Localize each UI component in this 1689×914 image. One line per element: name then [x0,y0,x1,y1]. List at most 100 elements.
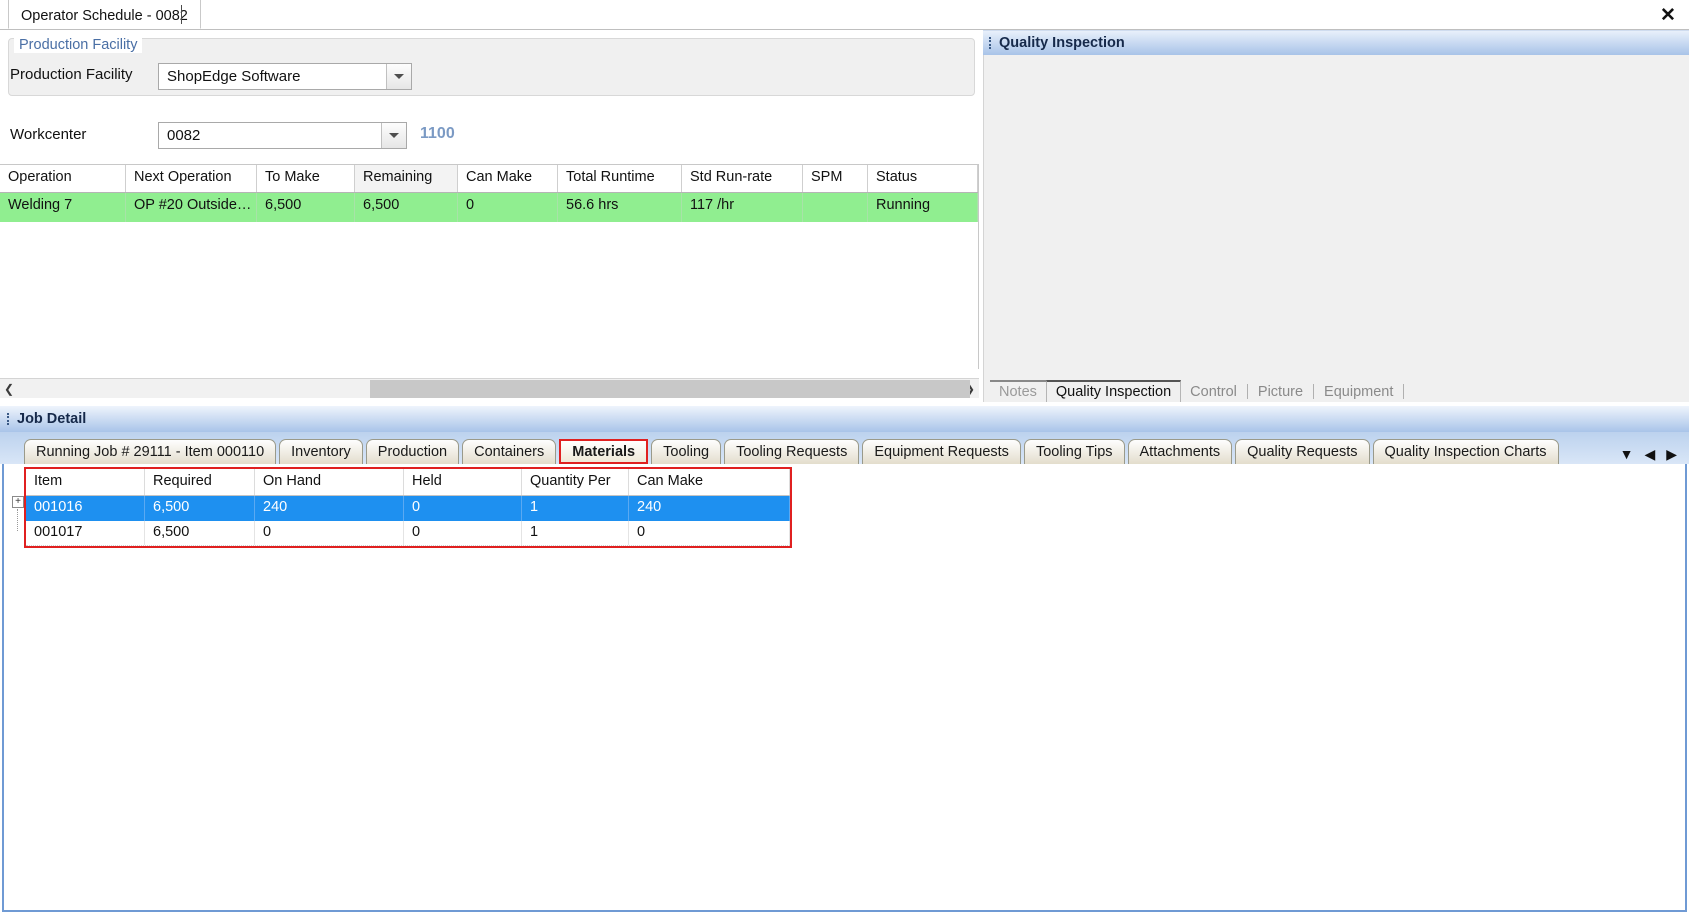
job-detail-panel: Job Detail Running Job # 29111 - Item 00… [0,406,1689,914]
column-header-item[interactable]: Item [26,469,145,495]
tab-tooling[interactable]: Tooling [651,439,722,464]
cell-quantity-per: 1 [522,521,629,545]
job-detail-caption: Job Detail [0,406,1689,432]
grip-icon[interactable] [5,411,13,427]
grip-icon[interactable] [987,35,995,51]
cell-status: Running [868,193,978,222]
cell-next-operation: OP #20 Outside… [126,193,257,222]
quality-inspection-body [983,55,1689,377]
table-row[interactable]: 001016 6,500 240 0 1 240 [26,496,790,521]
quality-inspection-caption: Quality Inspection [983,30,1689,55]
tab-inventory[interactable]: Inventory [279,439,363,464]
cell-can-make: 0 [629,521,790,545]
tab-tooling-requests[interactable]: Tooling Requests [724,439,860,464]
scrollbar-track[interactable] [18,379,970,398]
chevron-left-icon[interactable]: ❮ [0,379,18,398]
tab-attachments[interactable]: Attachments [1127,439,1233,464]
column-header-can-make[interactable]: Can Make [458,165,558,192]
row-expander-icon[interactable]: + [12,496,24,508]
column-header-quantity-per[interactable]: Quantity Per [522,469,629,495]
triangle-left-icon[interactable]: ◀ [1644,447,1655,461]
operation-grid-hscrollbar[interactable]: ❮ ❯ [0,378,979,398]
workcenter-value: 0082 [167,127,201,144]
tab-quality-inspection[interactable]: Quality Inspection [1045,380,1182,402]
tab-production[interactable]: Production [365,439,460,464]
cell-required: 6,500 [145,496,255,521]
tab-quality-requests[interactable]: Quality Requests [1235,439,1370,464]
column-header-status[interactable]: Status [868,165,978,192]
column-header-std-run-rate[interactable]: Std Run-rate [682,165,803,192]
close-icon[interactable]: ✕ [1655,2,1681,28]
production-facility-label: Production Facility [10,66,133,83]
cell-required: 6,500 [145,521,255,545]
column-header-held[interactable]: Held [404,469,522,495]
cell-can-make: 0 [458,193,558,222]
cell-quantity-per: 1 [522,496,629,521]
workcenter-label: Workcenter [10,126,87,143]
column-header-total-runtime[interactable]: Total Runtime [558,165,682,192]
table-row[interactable]: Welding 7 OP #20 Outside… 6,500 6,500 0 … [0,193,978,222]
tab-caret [181,5,182,24]
operator-schedule-window: Operator Schedule - 0082 ✕ Production Fa… [0,0,1689,914]
quality-inspection-tabstrip: Notes Quality Inspection Control Picture… [983,377,1689,402]
column-header-next-operation[interactable]: Next Operation [126,165,257,192]
column-header-on-hand[interactable]: On Hand [255,469,404,495]
production-facility-value: ShopEdge Software [167,68,301,85]
cell-can-make: 240 [629,496,790,521]
cell-total-runtime: 56.6 hrs [558,193,682,222]
cell-item: 001016 [26,496,145,521]
tab-picture[interactable]: Picture [1249,380,1312,402]
cell-held: 0 [404,496,522,521]
job-detail-tabstrip: Running Job # 29111 - Item 000110 Invent… [0,432,1689,464]
production-facility-combo[interactable]: ShopEdge Software [158,63,412,90]
cell-held: 0 [404,521,522,545]
cell-to-make: 6,500 [257,193,355,222]
operation-grid: Operation Next Operation To Make Remaini… [0,164,979,369]
column-header-operation[interactable]: Operation [0,165,126,192]
workcenter-combo[interactable]: 0082 [158,122,407,149]
quality-inspection-caption-label: Quality Inspection [999,35,1125,51]
scrollbar-thumb[interactable] [370,379,970,398]
column-header-required[interactable]: Required [145,469,255,495]
cell-spm [803,193,868,222]
cell-std-run-rate: 117 /hr [682,193,803,222]
materials-grid: Item Required On Hand Held Quantity Per … [24,467,792,548]
tab-running-job[interactable]: Running Job # 29111 - Item 000110 [24,439,277,464]
tab-separator [1313,384,1315,399]
tab-tooling-tips[interactable]: Tooling Tips [1023,439,1125,464]
tab-containers[interactable]: Containers [462,439,557,464]
grid-empty-area [0,222,978,369]
schedule-left-pane: Production Facility Production Facility … [0,30,983,402]
tab-quality-inspection-charts[interactable]: Quality Inspection Charts [1372,439,1559,464]
production-facility-groupbox [8,38,975,96]
materials-tab-content: + Item Required On Hand Held Quantity Pe… [2,464,1687,912]
chevron-down-icon[interactable] [386,64,411,89]
tab-equipment[interactable]: Equipment [1315,380,1402,402]
tab-separator [1403,384,1405,399]
chevron-down-icon[interactable] [381,123,406,148]
cell-on-hand: 0 [255,521,404,545]
cell-on-hand: 240 [255,496,404,521]
triangle-right-icon[interactable]: ▶ [1666,447,1677,461]
materials-grid-header: Item Required On Hand Held Quantity Per … [26,469,790,496]
tabstrip-nav-buttons: ▼ ◀ ▶ [1614,447,1683,461]
tab-equipment-requests[interactable]: Equipment Requests [862,439,1021,464]
column-header-can-make[interactable]: Can Make [629,469,790,495]
column-header-to-make[interactable]: To Make [257,165,355,192]
window-tab-label: Operator Schedule - 0082 [21,8,188,24]
operation-grid-header: Operation Next Operation To Make Remaini… [0,165,978,193]
window-tab-bar: Operator Schedule - 0082 ✕ [0,0,1689,30]
chevron-down-icon[interactable]: ▼ [1620,447,1634,461]
production-facility-group-title: Production Facility [14,38,143,53]
tab-materials[interactable]: Materials [559,439,649,464]
column-header-spm[interactable]: SPM [803,165,868,192]
column-header-remaining[interactable]: Remaining [355,165,458,192]
cell-item: 001017 [26,521,145,545]
cell-remaining: 6,500 [355,193,458,222]
quality-inspection-pane: Quality Inspection Notes Quality Inspect… [983,30,1689,402]
window-tab-operator-schedule[interactable]: Operator Schedule - 0082 [8,0,201,29]
tab-control[interactable]: Control [1181,380,1246,402]
tree-connector-line [17,509,18,531]
tab-notes[interactable]: Notes [990,380,1046,402]
table-row[interactable]: 001017 6,500 0 0 1 0 [26,521,790,546]
